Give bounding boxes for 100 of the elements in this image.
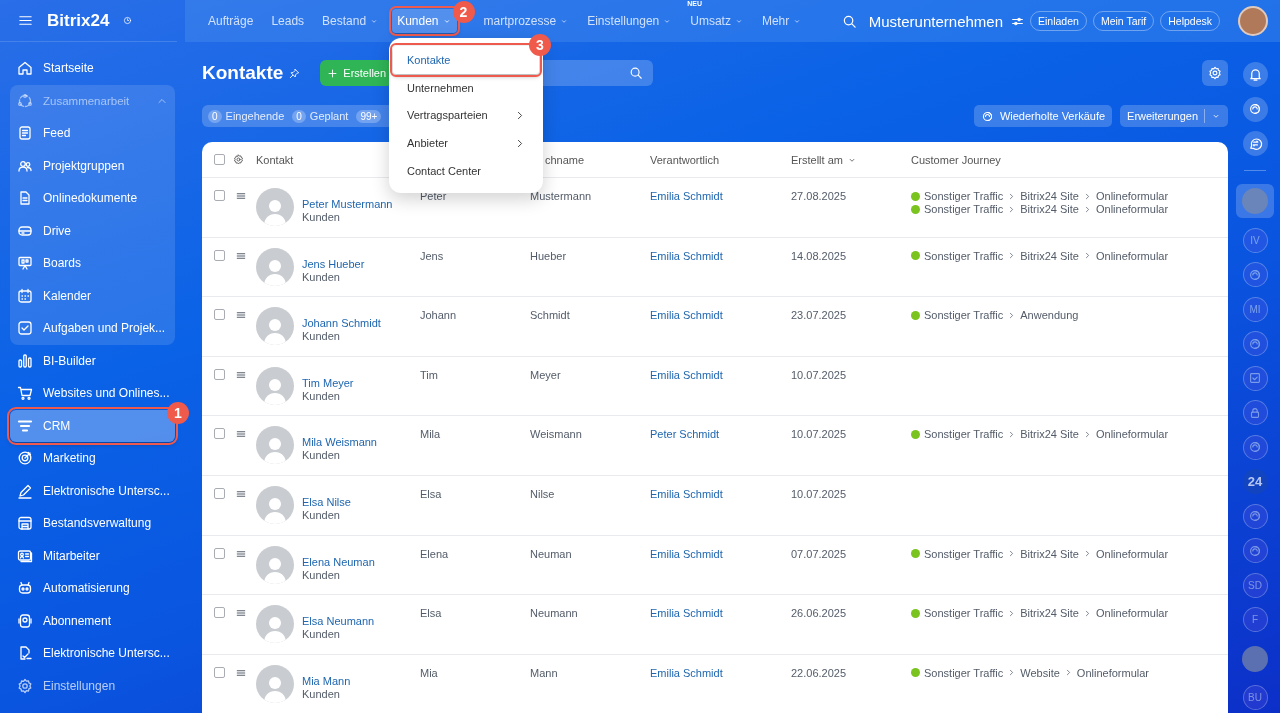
sidebar-item[interactable]: Kalender [10,279,175,312]
sidebar-item[interactable]: Einstellungen [10,669,175,702]
user-avatar[interactable]: SD [1242,572,1268,598]
responsible-link[interactable]: Emilia Schmidt [650,368,723,381]
contact-link[interactable]: Elena Neuman [302,555,375,568]
avatar-slot[interactable] [1236,184,1274,218]
sidebar-item[interactable]: Automatisierung [10,572,175,605]
journey-step: Onlineformular [1096,428,1169,441]
sidebar-item[interactable]: BI-Builder [10,344,175,377]
pin-icon [289,67,301,79]
sidebar-item[interactable]: Startseite [10,52,175,85]
chat-button[interactable] [1242,131,1268,156]
app-button[interactable] [1242,538,1268,563]
journey-step: Onlineformular [1076,666,1149,679]
counter-filter[interactable]: 0 Eingehende [208,109,285,123]
nav-tab[interactable]: Leads [266,9,310,33]
checkbox[interactable] [214,428,225,440]
nav-tab[interactable]: Aufträge [203,9,259,33]
journey-step: Onlineformular [1096,203,1169,215]
column-header[interactable]: chname [545,153,585,166]
sidebar-item[interactable]: Bestandsverwaltung [10,507,175,540]
nav-tab[interactable]: Mehr [756,9,808,33]
nav-tab[interactable]: Umsatz [685,9,749,33]
journey-step: Onlineformular [1096,190,1169,202]
responsible-link[interactable]: Emilia Schmidt [650,309,723,322]
app-button[interactable] [1242,503,1268,529]
user-avatar[interactable]: BU [1242,685,1268,710]
checkbox[interactable] [214,249,225,261]
nav-tab[interactable]: Kunden [392,9,457,33]
responsible-link[interactable]: Emilia Schmidt [650,487,723,500]
spiral-icon [1248,509,1262,523]
counter-filter[interactable]: 0 Geplant [292,109,349,123]
checkbox[interactable] [214,547,225,559]
sidebar-item[interactable]: Feed [10,117,175,150]
settings-icon [1208,66,1222,80]
column-header[interactable]: Customer Journey [911,153,1001,166]
contact-link[interactable]: Elsa Nilse [302,495,351,508]
sidebar-item[interactable]: Marketing [10,442,175,475]
sidebar-item[interactable]: Mitarbeiter [10,539,175,572]
document-icon [17,190,33,207]
responsible-link[interactable]: Peter Schmidt [650,428,720,441]
contact-link[interactable]: Peter Mustermann [302,198,393,210]
sidebar-item[interactable]: Elektronische Untersc... [10,637,175,670]
table-cell: Mila [420,428,441,441]
checkbox[interactable] [214,309,225,321]
contact-link[interactable]: Elsa Neumann [302,615,375,628]
app-button[interactable] [1242,434,1268,460]
sidebar-item[interactable]: Projektgruppen [10,149,175,182]
menu-item[interactable]: Unternehmen [393,73,539,102]
journey-step: Sonstiger Traffic [924,249,1004,262]
checkbox[interactable] [214,190,225,201]
responsible-link[interactable]: Emilia Schmidt [650,607,723,620]
column-header[interactable]: Kontakt [256,153,294,166]
app-button[interactable] [1242,365,1268,391]
sidebar-item[interactable]: Onlinedokumente [10,182,175,215]
column-header[interactable]: Verantwortlich [650,153,720,166]
app-button[interactable] [1242,262,1268,287]
avatar [1242,645,1268,672]
sidebar-item[interactable]: Boards [10,247,175,280]
journey-step: Sonstiger Traffic [924,428,1004,441]
split-button[interactable]: Erweiterungen [1120,105,1228,127]
column-header[interactable]: Erstellt am [791,153,843,166]
contact-link[interactable]: Mia Mann [302,674,351,687]
responsible-link[interactable]: Emilia Schmidt [650,190,723,202]
settings-button[interactable] [1202,60,1228,86]
responsible-link[interactable]: Emilia Schmidt [650,249,723,262]
checkbox[interactable] [214,368,225,380]
checkbox[interactable] [214,154,225,165]
logo[interactable]: Bitrix24 [47,10,110,31]
app-button[interactable] [1242,400,1268,425]
sidebar-item[interactable]: CRM [10,409,175,442]
checkbox[interactable] [214,666,225,678]
nav-tab[interactable]: Bestand [317,9,385,33]
contact-link[interactable]: Tim Meyer [302,376,354,389]
menu-item[interactable]: Contact Center [393,157,539,185]
sidebar-item[interactable]: Drive [10,214,175,247]
checkbox[interactable] [214,607,225,619]
user-avatar[interactable] [1238,6,1268,36]
nav-tab[interactable]: Einstellungen [582,9,678,33]
responsible-link[interactable]: Emilia Schmidt [650,547,723,560]
contact-link[interactable]: Jens Hueber [302,257,365,270]
sidebar-item[interactable]: Aufgaben und Projek... [10,312,175,345]
nav-tab[interactable]: martprozesse [478,9,575,33]
company-name[interactable]: Musterunternehmen [868,12,1003,30]
app-button[interactable] [1242,331,1268,356]
app-button[interactable]: 24 [1242,469,1268,494]
notifications-button[interactable] [1242,62,1268,87]
contact-link[interactable]: Johann Schmidt [302,317,381,330]
menu-item[interactable]: Vertragsparteien [393,101,539,130]
table-cell: Hueber [530,249,567,262]
table-cell: Neuman [530,547,572,560]
toolbar-button[interactable]: Wiederholte Verkäufe [973,105,1113,127]
contact-type: Kunden [302,568,341,581]
contact-link[interactable]: Mila Weismann [302,436,377,449]
sidebar-item[interactable]: Elektronische Untersc... [10,474,175,507]
sidebar-item[interactable]: Abonnement [10,604,175,637]
app-button[interactable] [1242,96,1268,122]
checkbox[interactable] [214,487,225,499]
responsible-link[interactable]: Emilia Schmidt [650,666,723,679]
menu-item[interactable]: Anbieter [393,129,539,158]
